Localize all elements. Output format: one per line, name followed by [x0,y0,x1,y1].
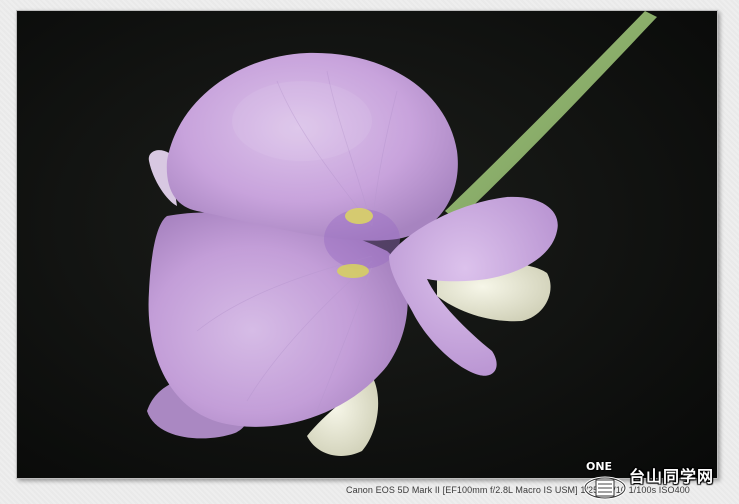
yellow-spot-upper [345,208,373,224]
petal-highlight [232,81,372,161]
watermark-brand: ONE [586,460,613,473]
yellow-spot-lower [337,264,369,278]
flower-illustration [17,11,717,478]
watermark-site-name: 台山同学网 [629,467,715,486]
flower-photo [16,10,718,479]
site-watermark: ONE 台山同学网 [582,460,732,500]
photo-frame [0,0,739,504]
